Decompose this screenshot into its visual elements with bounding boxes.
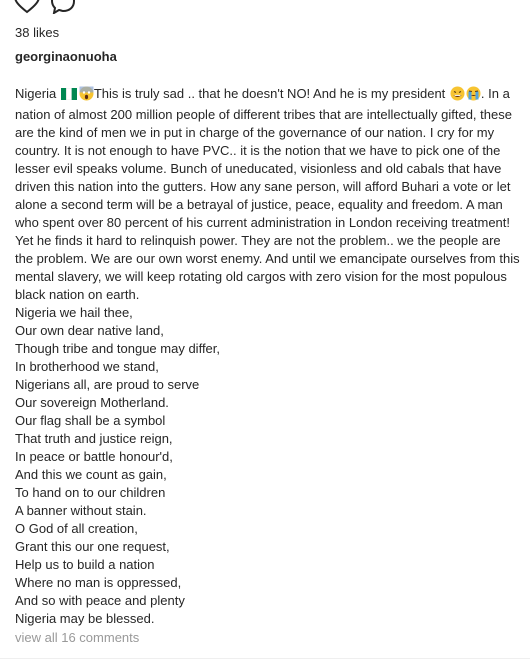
poem-line: A banner without stain. (15, 503, 147, 518)
poem-line: Our own dear native land, (15, 323, 164, 338)
poem-line: Grant this our one request, (15, 539, 170, 554)
poem-line: In brotherhood we stand, (15, 359, 159, 374)
poem-line: And so with peace and plenty (15, 593, 185, 608)
post-username[interactable]: georginaonuoha (15, 49, 117, 64)
comment-icon[interactable] (50, 0, 76, 19)
caption-part-1: This is truly sad .. that he doesn't NO!… (93, 86, 446, 101)
caption-text: Nigeria This is truly sad .. that he doe… (15, 85, 520, 304)
poem-line: Nigeria we hail thee, (15, 305, 133, 320)
poem-line: Though tribe and tongue may differ, (15, 341, 221, 356)
view-all-comments-link[interactable]: view all 16 comments (15, 630, 139, 645)
poem-line: Nigeria may be blessed. (15, 611, 155, 626)
poem-line: Our flag shall be a symbol (15, 413, 166, 428)
poem-line: Where no man is oppressed, (15, 575, 182, 590)
divider (0, 658, 530, 659)
poem-line: Help us to build a nation (15, 557, 155, 572)
poem-line: Our sovereign Motherland. (15, 395, 169, 410)
loudly-crying-face-emoji (466, 86, 481, 106)
anthem-poem: Nigeria we hail thee, Our own dear nativ… (15, 304, 520, 628)
post-caption: Nigeria This is truly sad .. that he doe… (15, 85, 520, 628)
heart-icon[interactable] (14, 0, 40, 19)
post-actions (14, 0, 76, 19)
grinning-sweat-emoji (450, 86, 465, 106)
likes-count[interactable]: 38 likes (15, 25, 59, 40)
poem-line: In peace or battle honour'd, (15, 449, 173, 464)
poem-line: That truth and justice reign, (15, 431, 173, 446)
poem-line: And this we count as gain, (15, 467, 167, 482)
poem-line: To hand on to our children (15, 485, 166, 500)
nigeria-flag-icon (60, 87, 77, 105)
poem-line: Nigerians all, are proud to serve (15, 377, 200, 392)
screaming-face-emoji (79, 86, 94, 106)
caption-part-2: . In a nation of almost 200 million peop… (15, 86, 520, 302)
poem-line: O God of all creation, (15, 521, 138, 536)
caption-lead: Nigeria (15, 86, 57, 101)
